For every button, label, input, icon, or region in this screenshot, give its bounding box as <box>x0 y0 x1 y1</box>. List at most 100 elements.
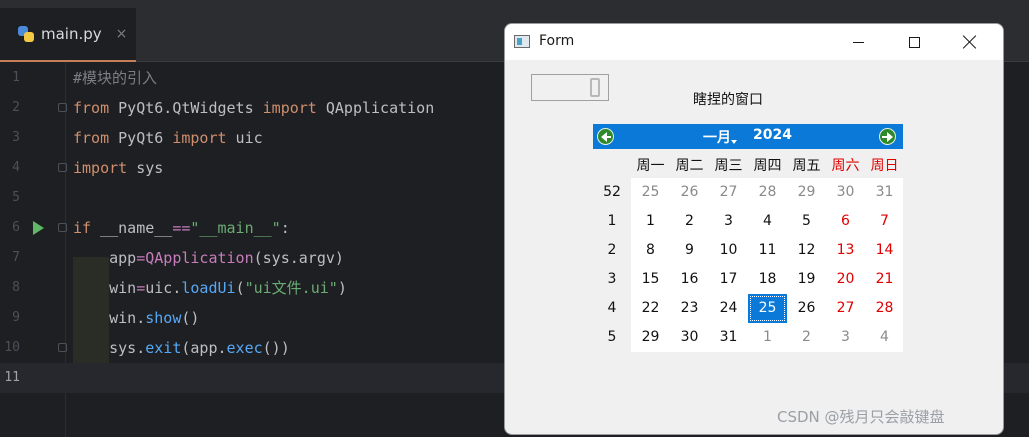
calendar-day[interactable]: 6 <box>826 207 865 236</box>
calendar-day[interactable]: 16 <box>670 265 709 294</box>
year-selector[interactable]: 2024 <box>753 127 792 143</box>
calendar-day[interactable]: 24 <box>709 294 748 323</box>
calendar-day[interactable]: 2 <box>787 323 826 352</box>
code-text: app=QApplication(sys.argv) <box>73 243 344 273</box>
week-number: 3 <box>607 271 617 287</box>
calendar-day[interactable]: 2 <box>670 207 709 236</box>
calendar-day[interactable]: 10 <box>709 236 748 265</box>
line-number: 6 <box>12 220 20 235</box>
calendar-day[interactable]: 29 <box>631 323 670 352</box>
calendar-day[interactable]: 1 <box>748 323 787 352</box>
calendar-day[interactable]: 13 <box>826 236 865 265</box>
calendar-day[interactable]: 28 <box>748 178 787 207</box>
tab-close-icon[interactable]: × <box>116 26 128 42</box>
code-token: #模块的引入 <box>73 69 158 87</box>
calendar-week-numbers: 52 1 2 3 4 5 <box>593 178 631 352</box>
code-token: uic. <box>145 279 182 297</box>
line-number: 1 <box>12 70 20 85</box>
calendar-day[interactable]: 8 <box>631 236 670 265</box>
run-icon[interactable] <box>33 221 44 235</box>
tab-main-py[interactable]: main.py × <box>0 8 136 62</box>
maximize-button[interactable] <box>891 24 937 60</box>
line-number: 4 <box>12 160 20 175</box>
month-selector[interactable]: 一月 <box>703 127 731 147</box>
calendar-day[interactable]: 26 <box>787 294 826 323</box>
code-token: PyQt6.QtWidgets <box>109 99 263 117</box>
calendar-day[interactable]: 31 <box>865 178 904 207</box>
calendar-day[interactable]: 29 <box>787 178 826 207</box>
fold-icon[interactable] <box>58 343 67 352</box>
code-token: exec <box>226 339 263 357</box>
code-token: PyQt6 <box>109 129 173 147</box>
calendar-day[interactable]: 31 <box>709 323 748 352</box>
calendar-day[interactable]: 30 <box>826 178 865 207</box>
code-token: QApplication <box>316 99 435 117</box>
arrow-left-icon <box>600 131 611 142</box>
calendar-day[interactable]: 3 <box>709 207 748 236</box>
calendar-day[interactable]: 22 <box>631 294 670 323</box>
calendar-weekday-header: 周一 周二 周三 周四 周五 周六 周日 <box>593 149 903 178</box>
calendar-day[interactable]: 30 <box>670 323 709 352</box>
code-text: from PyQt6.QtWidgets import QApplication <box>73 93 434 123</box>
calendar-day[interactable]: 11 <box>748 236 787 265</box>
fold-icon[interactable] <box>58 103 67 112</box>
calendar-day[interactable]: 1 <box>631 207 670 236</box>
window-title: Form <box>539 33 575 49</box>
code-token: import <box>73 159 128 177</box>
line-number: 11 <box>4 370 20 385</box>
code-text: from PyQt6 import uic <box>73 123 263 153</box>
fold-icon[interactable] <box>58 223 67 232</box>
calendar-day[interactable]: 25 <box>631 178 670 207</box>
calendar-day[interactable]: 28 <box>865 294 904 323</box>
calendar-day[interactable]: 4 <box>748 207 787 236</box>
calendar-day[interactable]: 15 <box>631 265 670 294</box>
calendar-day[interactable]: 23 <box>670 294 709 323</box>
minimize-button[interactable] <box>835 24 881 60</box>
calendar-widget[interactable]: 一月 2024 周一 周二 周三 周四 周五 周六 周日 52 1 2 3 4 5 25 26 27 28 2… <box>593 124 903 352</box>
calendar-day[interactable]: 20 <box>826 265 865 294</box>
prev-month-button[interactable] <box>597 128 614 145</box>
code-text: win=uic.loadUi("ui文件.ui") <box>73 273 347 303</box>
calendar-day[interactable]: 18 <box>748 265 787 294</box>
lcd-digit <box>590 78 600 97</box>
calendar-day[interactable]: 7 <box>865 207 904 236</box>
calendar-day[interactable]: 17 <box>709 265 748 294</box>
close-icon <box>963 35 977 49</box>
calendar-day[interactable]: 4 <box>865 323 904 352</box>
calendar-day[interactable]: 3 <box>826 323 865 352</box>
close-button[interactable] <box>947 24 993 60</box>
code-token: app <box>73 249 137 267</box>
calendar-day[interactable]: 12 <box>787 236 826 265</box>
fold-icon[interactable] <box>58 163 67 172</box>
code-text: import sys <box>73 153 163 183</box>
calendar-day[interactable]: 9 <box>670 236 709 265</box>
weekday-label: 周四 <box>753 158 782 174</box>
weekday-label: 周三 <box>714 158 743 174</box>
week-number: 5 <box>607 329 617 345</box>
code-token: exit <box>145 339 182 357</box>
calendar-day[interactable]: 5 <box>787 207 826 236</box>
code-text: sys.exit(app.exec()) <box>73 333 290 363</box>
calendar-day[interactable]: 27 <box>709 178 748 207</box>
code-token: from <box>73 99 110 117</box>
calendar-day[interactable]: 19 <box>787 265 826 294</box>
calendar-day[interactable]: 27 <box>826 294 865 323</box>
calendar-day[interactable]: 25 <box>748 294 787 323</box>
code-token: (sys.argv) <box>253 249 344 267</box>
code-token: QApplication <box>145 249 254 267</box>
code-text: #模块的引入 <box>73 63 157 93</box>
code-token: import <box>172 129 227 147</box>
minimize-icon <box>852 41 864 43</box>
weekday-label: 周二 <box>675 158 704 174</box>
calendar-day[interactable]: 21 <box>865 265 904 294</box>
line-number: 3 <box>12 130 20 145</box>
next-month-button[interactable] <box>879 128 896 145</box>
code-token: ) <box>337 279 347 297</box>
code-text: win.show() <box>73 303 199 333</box>
calendar-day[interactable]: 26 <box>670 178 709 207</box>
week-number: 2 <box>607 242 617 258</box>
weekday-label: 周五 <box>792 158 821 174</box>
code-token: if <box>73 219 92 237</box>
week-number: 52 <box>603 184 621 200</box>
calendar-day[interactable]: 14 <box>865 236 904 265</box>
